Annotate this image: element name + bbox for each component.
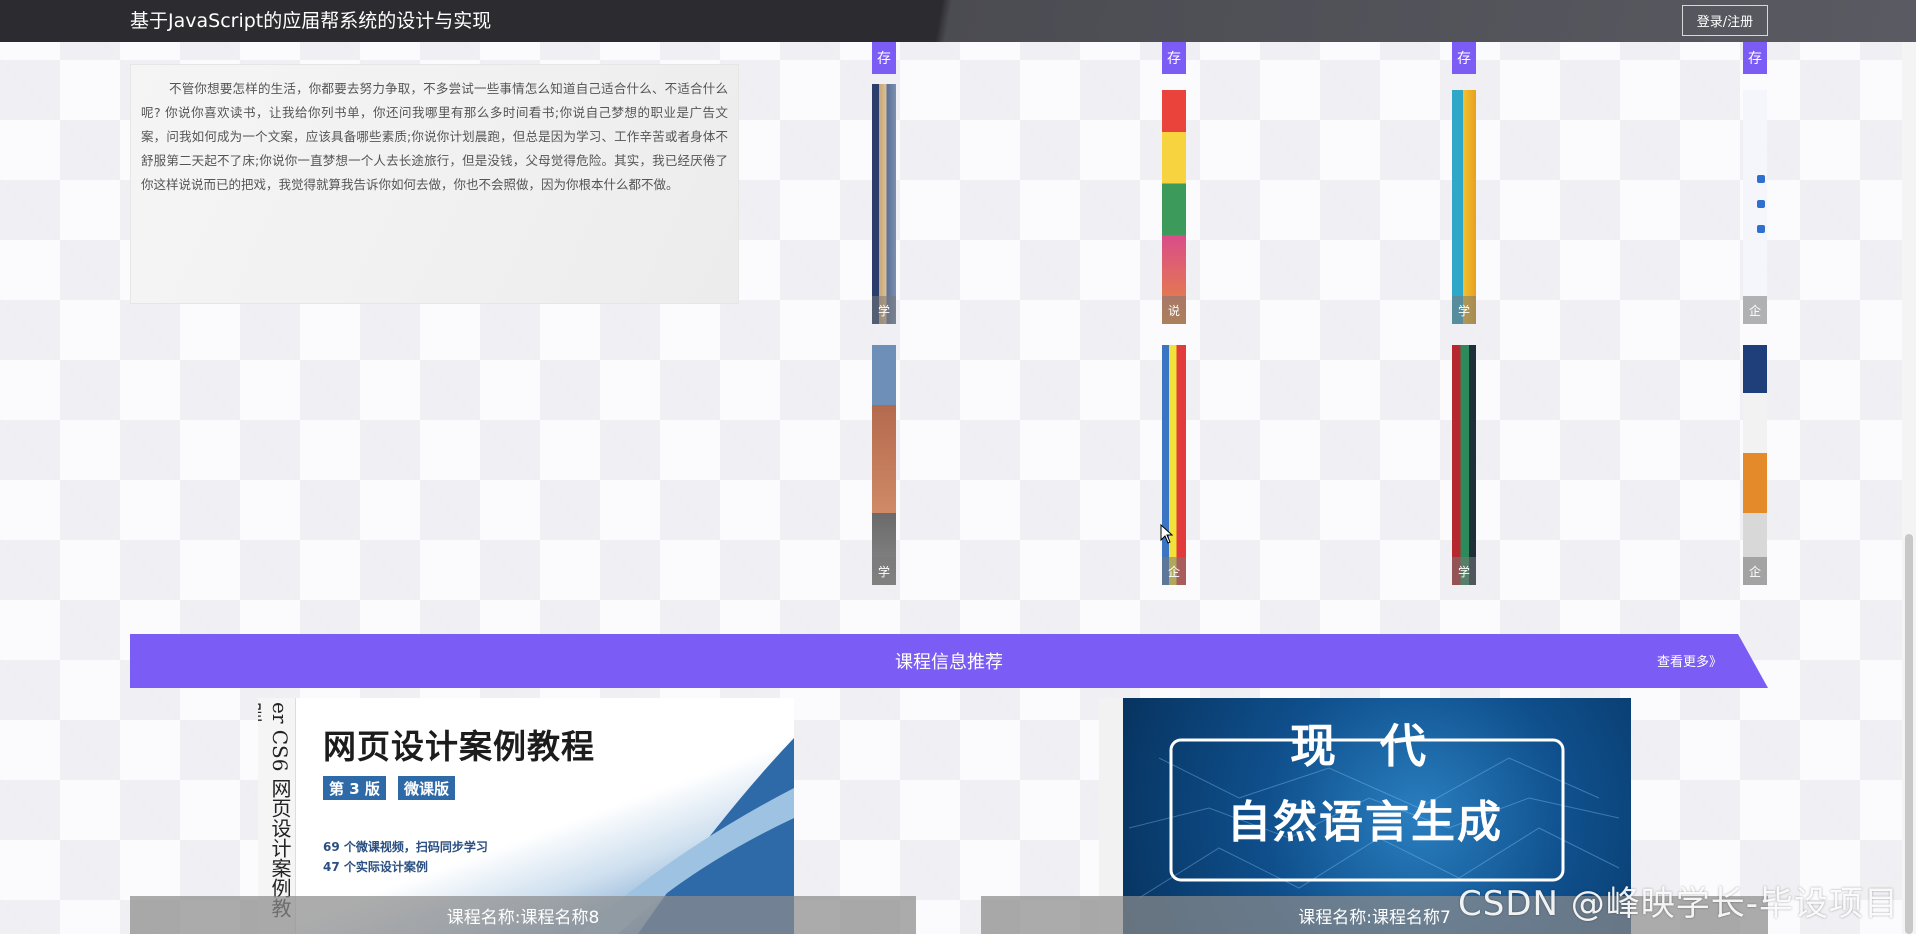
book-title-line1: 现 代 <box>1289 719 1440 773</box>
book-feature-line: 69 个微课视频，扫码同步学习 <box>323 840 488 854</box>
product-card[interactable]: 学 <box>872 345 896 585</box>
top-navbar: 基于JavaScript的应届帮系统的设计与实现 登录/注册 <box>0 0 1916 42</box>
product-card[interactable]: 学 <box>1452 90 1476 324</box>
product-label: 说 <box>1162 296 1186 324</box>
product-card[interactable]: 说 <box>1162 90 1186 324</box>
product-card[interactable]: 学 <box>872 84 896 324</box>
book-feature-line: 47 个实际设计案例 <box>323 860 428 874</box>
site-title[interactable]: 基于JavaScript的应届帮系统的设计与实现 <box>130 8 491 34</box>
section-title: 课程信息推荐 <box>895 652 1003 673</box>
product-thumbnail <box>1452 345 1476 585</box>
product-thumbnail <box>1452 90 1476 324</box>
course-section-header: 课程信息推荐 查看更多》 <box>130 634 1768 688</box>
csdn-watermark: CSDN @峰映学长-毕设项目 <box>1458 884 1900 924</box>
book-title-line2: 自然语言生成 <box>1227 797 1503 848</box>
product-thumbnail <box>1162 345 1186 585</box>
product-label: 学 <box>872 557 896 585</box>
product-label: 企 <box>1162 557 1186 585</box>
product-card[interactable]: 企 <box>1162 345 1186 585</box>
store-tag: 存 <box>1162 41 1186 74</box>
view-more-link[interactable]: 查看更多》 <box>1657 651 1722 670</box>
about-intro-box: 不管你想要怎样的生活，你都要去努力争取，不多尝试一些事情怎么知道自己适合什么、不… <box>130 64 739 304</box>
product-thumbnail <box>1743 345 1767 585</box>
store-tag: 存 <box>872 41 896 74</box>
product-label: 企 <box>1743 557 1767 585</box>
about-intro-text: 不管你想要怎样的生活，你都要去努力争取，不多尝试一些事情怎么知道自己适合什么、不… <box>141 81 728 192</box>
product-thumbnail <box>1162 90 1186 324</box>
book-title: 网页设计案例教程 <box>323 727 595 766</box>
course-caption: 课程名称:课程名称8 <box>130 896 916 934</box>
product-label: 学 <box>1452 296 1476 324</box>
course-card[interactable]: er CS6 网页设计案例教程 网页设计案例教程 第 3 版 微课版 69 个微… <box>130 698 916 934</box>
mouse-cursor-icon <box>1160 524 1174 544</box>
product-label: 学 <box>1452 557 1476 585</box>
book-edition-badge-2: 微课版 <box>398 776 456 800</box>
store-tag: 存 <box>1743 41 1767 74</box>
product-thumbnail <box>1743 90 1767 324</box>
product-card[interactable]: 企 <box>1743 90 1767 324</box>
login-register-button[interactable]: 登录/注册 <box>1682 5 1768 36</box>
book-edition-badge: 第 3 版 <box>323 776 386 800</box>
product-thumbnail <box>872 345 896 585</box>
product-thumbnail <box>872 84 896 324</box>
product-card[interactable]: 企 <box>1743 345 1767 585</box>
scrollbar-thumb[interactable] <box>1905 534 1913 934</box>
store-tag: 存 <box>1452 41 1476 74</box>
product-label: 学 <box>872 296 896 324</box>
product-card[interactable]: 学 <box>1452 345 1476 585</box>
product-label: 企 <box>1743 296 1767 324</box>
page-scrollbar[interactable] <box>1902 0 1916 934</box>
